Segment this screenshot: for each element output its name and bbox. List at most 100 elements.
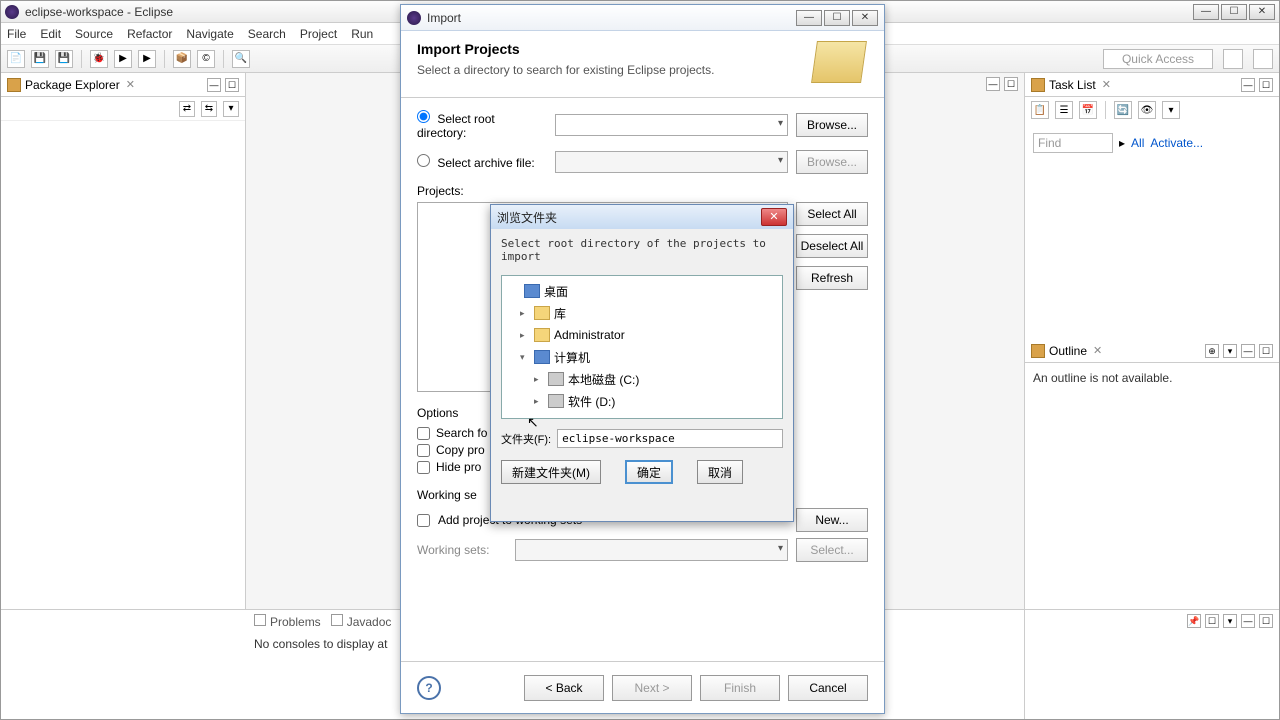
min-console-icon[interactable]: — [1241,614,1255,628]
max-console-icon[interactable]: ☐ [1259,614,1273,628]
close-button[interactable]: ✕ [1249,4,1275,20]
tree-computer[interactable]: ▾计算机 [502,346,782,368]
new-package-icon[interactable]: 📦 [173,50,191,68]
browse-root-button[interactable]: Browse... [796,113,868,137]
minimize-outline-icon[interactable]: — [1241,344,1255,358]
search-icon[interactable]: 🔍 [232,50,250,68]
minimize-view-icon[interactable]: — [207,78,221,92]
outline-focus-icon[interactable]: ⊕ [1205,344,1219,358]
import-minimize-button[interactable]: — [796,10,822,26]
tree-desktop[interactable]: 桌面 [502,280,782,302]
tree-libraries[interactable]: ▸库 [502,302,782,324]
categorize-icon[interactable]: ☰ [1055,101,1073,119]
arrow-icon: ▸ [1119,136,1125,150]
new-icon[interactable]: 📄 [7,50,25,68]
tree-drive-c[interactable]: ▸本地磁盘 (C:) [502,368,782,390]
maximize-outline-icon[interactable]: ☐ [1259,344,1273,358]
activate-link[interactable]: Activate... [1150,136,1203,150]
menu-refactor[interactable]: Refactor [127,27,172,41]
folder-tree[interactable]: 桌面 ▸库 ▸Administrator ▾计算机 ▸本地磁盘 (C:) ▸软件… [501,275,783,419]
collapse-icon[interactable]: ▾ [1162,101,1180,119]
root-directory-radio[interactable]: Select root directory: [417,110,547,140]
browse-archive-button: Browse... [796,150,868,174]
outline-title: Outline [1049,344,1087,358]
archive-file-radio[interactable]: Select archive file: [417,154,547,170]
new-class-icon[interactable]: © [197,50,215,68]
maximize-view-icon[interactable]: ☐ [225,78,239,92]
root-directory-combo[interactable] [555,114,788,136]
java-perspective-icon[interactable] [1253,49,1273,69]
folder-input[interactable] [557,429,783,448]
javadoc-icon [331,614,343,626]
link-editor-icon[interactable]: ⇆ [201,101,217,117]
schedule-icon[interactable]: 📅 [1079,101,1097,119]
import-titlebar: Import — ☐ ✕ [401,5,884,31]
outline-menu-icon[interactable]: ▾ [1223,344,1237,358]
back-button[interactable]: < Back [524,675,604,701]
browse-cancel-button[interactable]: 取消 [697,460,743,484]
open-perspective-icon[interactable] [1223,49,1243,69]
cancel-button[interactable]: Cancel [788,675,868,701]
quick-access[interactable]: Quick Access [1103,49,1213,69]
package-explorer-view: Package Explorer ✕ — ☐ ⇄ ⇆ ▾ [1,73,246,609]
editor-maximize-icon[interactable]: ☐ [1004,77,1018,91]
close-tasklist-icon[interactable]: ✕ [1102,78,1111,91]
save-all-icon[interactable]: 💾 [55,50,73,68]
refresh-button[interactable]: Refresh [796,266,868,290]
ok-button[interactable]: 确定 [625,460,673,484]
new-folder-button[interactable]: 新建文件夹(M) [501,460,601,484]
hide-icon[interactable]: 👁 [1138,101,1156,119]
help-icon[interactable]: ? [417,676,441,700]
new-ws-button[interactable]: New... [796,508,868,532]
add-to-ws-checkbox[interactable] [417,514,430,527]
browse-title: 浏览文件夹 [497,209,761,226]
select-all-button[interactable]: Select All [796,202,868,226]
synchronize-icon[interactable]: 🔄 [1114,101,1132,119]
minimize-tasklist-icon[interactable]: — [1241,78,1255,92]
package-explorer-title: Package Explorer [25,78,120,92]
hide-projects-checkbox[interactable] [417,461,430,474]
all-link[interactable]: All [1131,136,1144,150]
coverage-icon[interactable]: ▶ [138,50,156,68]
menu-edit[interactable]: Edit [40,27,61,41]
menu-file[interactable]: File [7,27,26,41]
new-task-icon[interactable]: 📋 [1031,101,1049,119]
maximize-tasklist-icon[interactable]: ☐ [1259,78,1273,92]
close-outline-icon[interactable]: ✕ [1093,344,1102,357]
menu-project[interactable]: Project [300,27,337,41]
run-icon[interactable]: ▶ [114,50,132,68]
import-close-button[interactable]: ✕ [852,10,878,26]
tree-drive-d[interactable]: ▸软件 (D:) [502,390,782,412]
search-nested-checkbox[interactable] [417,427,430,440]
javadoc-tab[interactable]: Javadoc [347,615,392,629]
collapse-all-icon[interactable]: ⇄ [179,101,195,117]
find-input[interactable]: Find [1033,133,1113,153]
debug-icon[interactable]: 🐞 [90,50,108,68]
problems-tab[interactable]: Problems [270,615,321,629]
display-console-icon[interactable]: ☐ [1205,614,1219,628]
deselect-all-button[interactable]: Deselect All [796,234,868,258]
menu-navigate[interactable]: Navigate [186,27,233,41]
import-maximize-button[interactable]: ☐ [824,10,850,26]
maximize-button[interactable]: ☐ [1221,4,1247,20]
minimize-button[interactable]: — [1193,4,1219,20]
view-menu-icon[interactable]: ▾ [223,101,239,117]
wizard-subheading: Select a directory to search for existin… [417,63,814,77]
browse-folder-dialog: 浏览文件夹 ✕ Select root directory of the pro… [490,204,794,522]
editor-minimize-icon[interactable]: — [986,77,1000,91]
copy-projects-checkbox[interactable] [417,444,430,457]
browse-close-button[interactable]: ✕ [761,208,787,226]
problems-icon [254,614,266,626]
pin-console-icon[interactable]: 📌 [1187,614,1201,628]
folder-label: 文件夹(F): [501,431,551,447]
save-icon[interactable]: 💾 [31,50,49,68]
menu-source[interactable]: Source [75,27,113,41]
task-list-title: Task List [1049,78,1096,92]
eclipse-icon [5,5,19,19]
menu-run[interactable]: Run [351,27,373,41]
tree-administrator[interactable]: ▸Administrator [502,324,782,346]
menu-search[interactable]: Search [248,27,286,41]
close-view-icon[interactable]: ✕ [126,78,135,91]
import-title: Import [427,11,796,25]
open-console-icon[interactable]: ▾ [1223,614,1237,628]
